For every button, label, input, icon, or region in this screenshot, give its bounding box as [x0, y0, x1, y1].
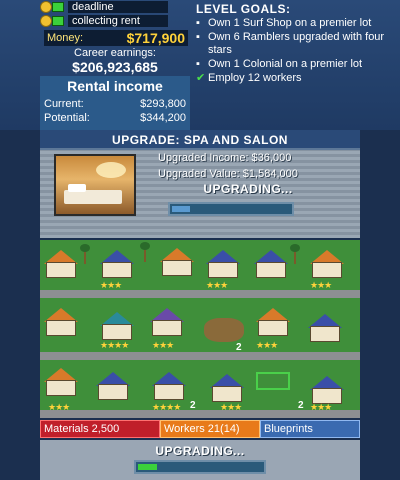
palm-tree: [290, 244, 300, 264]
money-value: $717,900: [126, 30, 185, 46]
coin-icon: [40, 15, 52, 27]
star-rating: ★★★: [100, 280, 122, 290]
lot-number: 2: [298, 400, 304, 411]
upgrading-label: UPGRADING...: [203, 182, 293, 196]
star-rating: ★★★: [310, 402, 332, 412]
current-label: Current:: [44, 98, 84, 110]
house-lot[interactable]: [206, 250, 240, 278]
lamp-glow: [96, 162, 126, 178]
goal-text: Own 6 Ramblers upgraded with four stars: [208, 31, 385, 56]
upgrade-progress-fill: [172, 206, 190, 212]
towel: [68, 184, 86, 192]
potential-rent-row: Potential: $344,200: [44, 112, 186, 124]
house-lot[interactable]: [100, 250, 134, 278]
level-goals-panel: LEVEL GOALS: ▪ Own 1 Surf Shop on a prem…: [192, 0, 400, 130]
deadline-text: deadline: [68, 1, 168, 13]
palm-tree: [80, 244, 90, 264]
rent-status: collecting rent: [52, 15, 168, 27]
rental-income-title: Rental income: [67, 78, 163, 94]
potential-label: Potential:: [44, 112, 90, 124]
star-rating: ★★★: [48, 402, 70, 412]
house-lot[interactable]: [254, 250, 288, 278]
goal-item: ▪ Own 1 Surf Shop on a premier lot: [196, 17, 396, 30]
goal-text: Own 1 Colonial on a premier lot: [208, 58, 363, 70]
upgrade-panel: UPGRADE: SPA AND SALON Upgraded Income: …: [40, 130, 360, 238]
bottom-status-panel: UPGRADING...: [40, 440, 360, 480]
spa-salon-image: [54, 154, 136, 216]
house-lot[interactable]: [44, 308, 78, 336]
upgraded-income: Upgraded Income: $36,000: [158, 152, 292, 164]
house-lot[interactable]: [152, 372, 186, 400]
goal-text: Own 1 Surf Shop on a premier lot: [208, 17, 372, 29]
career-earnings-label: Career earnings:: [74, 47, 156, 59]
goal-item: ▪ Own 1 Colonial on a premier lot: [196, 58, 396, 71]
upgrade-scaffold[interactable]: [256, 372, 290, 390]
bottom-upgrading-label: UPGRADING...: [155, 444, 245, 458]
money-row: Money: $717,900: [44, 30, 188, 46]
upgrade-title: UPGRADE: SPA AND SALON: [40, 130, 360, 150]
resource-bar: Materials 2,500 Workers 21(14) Blueprint…: [40, 420, 360, 438]
lot-number: 2: [190, 400, 196, 411]
bottom-progress-fill: [138, 464, 157, 470]
palm-tree: [140, 242, 150, 262]
star-rating: ★★★: [220, 402, 242, 412]
upgraded-value: Upgraded Value: $1,584,000: [158, 168, 298, 180]
star-rating: ★★★: [152, 340, 174, 350]
workers-button[interactable]: Workers 21(14): [160, 420, 260, 438]
rental-income-box: Rental income Current: $293,800 Potentia…: [40, 76, 190, 130]
top-hud: deadline collecting rent Money: $717,900…: [0, 0, 400, 130]
star-rating: ★★★: [206, 280, 228, 290]
house-lot[interactable]: [96, 372, 130, 400]
upgrade-progress-bar: [168, 202, 294, 216]
money-label: Money:: [47, 32, 84, 44]
star-rating: ★★★: [310, 280, 332, 290]
bullet-icon: ▪: [196, 58, 200, 70]
lot-number: 2: [236, 342, 242, 353]
house-lot[interactable]: [44, 368, 78, 396]
star-rating: ★★★★: [152, 402, 181, 412]
house-lot[interactable]: [310, 250, 344, 278]
construction-site[interactable]: [204, 318, 244, 342]
deadline-status: deadline: [52, 1, 168, 13]
road: [40, 290, 360, 298]
goal-item: ✔ Employ 12 workers: [196, 72, 396, 85]
house-lot[interactable]: [308, 314, 342, 342]
house-lot[interactable]: [160, 248, 194, 276]
house-lot[interactable]: [44, 250, 78, 278]
bottom-progress-bar: [134, 460, 266, 474]
checkmark-icon: ✔: [196, 72, 206, 84]
deadline-indicator: [52, 2, 64, 12]
house-lot[interactable]: [210, 374, 244, 402]
level-goals-title: LEVEL GOALS:: [196, 2, 291, 16]
goal-item: ▪ Own 6 Ramblers upgraded with four star…: [196, 31, 396, 57]
star-rating: ★★★★: [100, 340, 129, 350]
rent-indicator: [52, 16, 64, 26]
stats-panel: deadline collecting rent Money: $717,900…: [0, 0, 190, 130]
house-lot[interactable]: [310, 376, 344, 404]
house-lot[interactable]: [256, 308, 290, 336]
current-rent-row: Current: $293,800: [44, 98, 186, 110]
goal-text: Employ 12 workers: [208, 72, 302, 84]
materials-button[interactable]: Materials 2,500: [40, 420, 160, 438]
current-value: $293,800: [140, 98, 186, 110]
road: [40, 352, 360, 360]
star-rating: ★★★: [256, 340, 278, 350]
bullet-icon: ▪: [196, 31, 200, 43]
blueprints-button[interactable]: Blueprints: [260, 420, 360, 438]
city-map[interactable]: ★★★ ★★★ ★★★ ★★★★ ★★★ 2 ★★★ ★★★ ★★★★ 2 ★★…: [40, 240, 360, 418]
rent-text: collecting rent: [68, 15, 168, 27]
house-lot[interactable]: [100, 312, 134, 340]
potential-value: $344,200: [140, 112, 186, 124]
house-lot[interactable]: [150, 308, 184, 336]
career-earnings-value: $206,923,685: [72, 59, 158, 75]
massage-bed: [64, 190, 122, 204]
bullet-icon: ▪: [196, 17, 200, 29]
clock-icon: [40, 1, 52, 13]
